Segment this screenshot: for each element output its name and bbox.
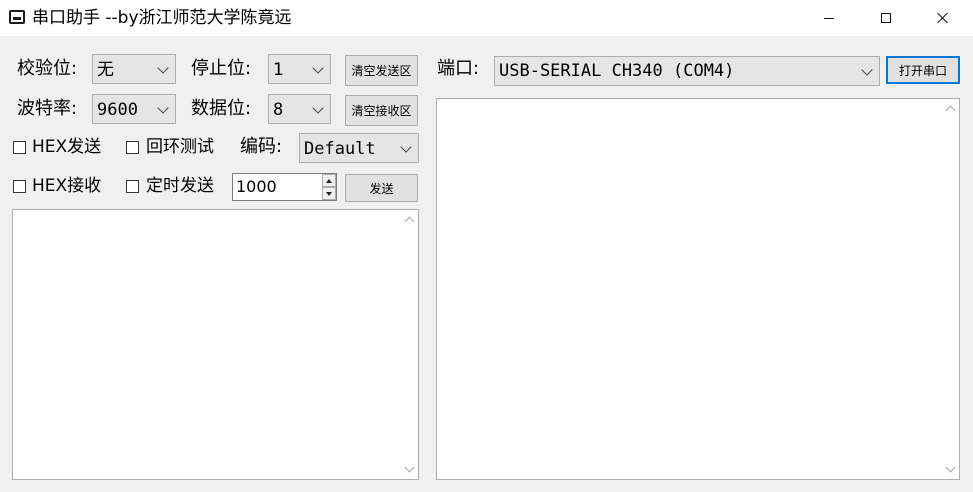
timer-interval-value: 1000: [236, 177, 277, 196]
hex-receive-checkbox[interactable]: [13, 180, 26, 193]
baud-rate-select[interactable]: 9600: [92, 94, 176, 124]
window-title: 串口助手 --by浙江师范大学陈竟远: [32, 8, 292, 28]
stop-bits-value: 1: [273, 60, 284, 80]
scroll-up-icon[interactable]: [945, 105, 956, 116]
encoding-label: 编码:: [240, 136, 283, 157]
minimize-icon: [824, 17, 834, 19]
baud-rate-label: 波特率:: [17, 98, 78, 119]
baud-rate-value: 9600: [97, 100, 138, 120]
encoding-select[interactable]: Default: [299, 133, 419, 163]
scroll-up-icon[interactable]: [404, 216, 415, 227]
parity-label: 校验位:: [17, 58, 78, 79]
chevron-down-icon: [157, 62, 169, 74]
serial-port-icon: [9, 10, 25, 24]
open-port-button[interactable]: 打开串口: [886, 56, 960, 84]
parity-value: 无: [97, 60, 114, 80]
chevron-down-icon: [400, 141, 412, 153]
data-bits-label: 数据位:: [191, 98, 252, 119]
encoding-value: Default: [304, 139, 376, 159]
port-label: 端口:: [437, 58, 480, 79]
timed-send-checkbox[interactable]: [126, 180, 139, 193]
port-select[interactable]: USB-SERIAL CH340 (COM4): [494, 56, 880, 86]
data-bits-select[interactable]: 8: [268, 94, 331, 124]
send-textarea[interactable]: [12, 209, 419, 480]
spin-down-button[interactable]: [322, 187, 336, 200]
maximize-button[interactable]: [863, 0, 909, 36]
stop-bits-select[interactable]: 1: [268, 54, 331, 84]
scroll-down-icon[interactable]: [945, 462, 956, 473]
close-icon: [937, 12, 949, 24]
timer-interval-input[interactable]: 1000: [232, 173, 337, 201]
hex-send-label[interactable]: HEX发送: [32, 135, 101, 159]
hex-receive-label[interactable]: HEX接收: [32, 174, 101, 198]
chevron-down-icon: [861, 64, 873, 76]
receive-scrollbar[interactable]: [943, 99, 959, 479]
hex-send-checkbox[interactable]: [13, 141, 26, 154]
stop-bits-label: 停止位:: [191, 58, 252, 79]
chevron-down-icon: [312, 62, 324, 74]
parity-select[interactable]: 无: [92, 54, 176, 84]
minimize-button[interactable]: [806, 0, 852, 36]
clear-receive-button[interactable]: 清空接收区: [345, 95, 418, 126]
arrow-down-icon: [326, 191, 332, 196]
clear-send-button[interactable]: 清空发送区: [345, 55, 418, 86]
scroll-down-icon[interactable]: [404, 462, 415, 473]
chevron-down-icon: [157, 102, 169, 114]
title-bar: 串口助手 --by浙江师范大学陈竟远: [0, 0, 973, 36]
loopback-test-checkbox[interactable]: [126, 141, 139, 154]
loopback-test-label[interactable]: 回环测试: [146, 135, 214, 159]
close-button[interactable]: [920, 0, 966, 36]
spin-up-button[interactable]: [322, 174, 336, 187]
receive-textarea[interactable]: [436, 98, 960, 480]
port-value: USB-SERIAL CH340 (COM4): [499, 61, 735, 81]
data-bits-value: 8: [273, 100, 284, 120]
chevron-down-icon: [312, 102, 324, 114]
timed-send-label[interactable]: 定时发送: [146, 174, 214, 198]
send-scrollbar[interactable]: [402, 210, 418, 479]
arrow-up-icon: [326, 178, 332, 183]
send-button[interactable]: 发送: [345, 174, 418, 202]
maximize-icon: [881, 13, 891, 23]
